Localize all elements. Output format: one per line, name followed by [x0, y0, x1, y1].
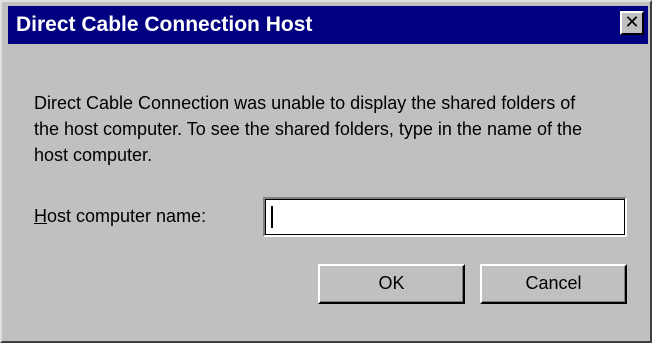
label-text: ost computer name:	[47, 206, 207, 226]
window-title: Direct Cable Connection Host	[16, 13, 313, 36]
label-accelerator: H	[34, 206, 47, 226]
text-cursor	[271, 206, 273, 228]
host-computer-name-label: Host computer name:	[34, 206, 206, 227]
close-icon[interactable]: ✕	[620, 11, 644, 35]
host-computer-name-input[interactable]	[263, 197, 627, 237]
ok-button[interactable]: OK	[318, 264, 465, 304]
dialog-window: Direct Cable Connection Host ✕ Direct Ca…	[0, 0, 652, 343]
cancel-button[interactable]: Cancel	[480, 264, 627, 304]
title-bar[interactable]: Direct Cable Connection Host ✕	[8, 6, 648, 44]
dialog-message: Direct Cable Connection was unable to di…	[34, 93, 583, 165]
